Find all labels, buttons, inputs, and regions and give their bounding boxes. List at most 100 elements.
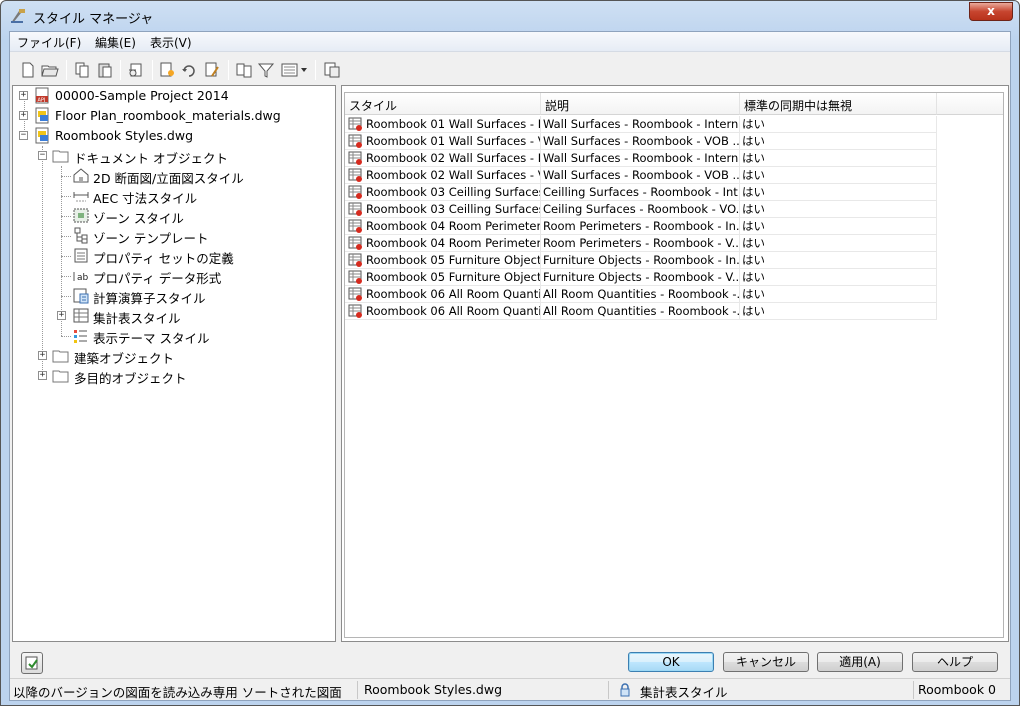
column-header-style[interactable]: スタイル [345,93,541,115]
calculation-modifier-icon [73,288,89,304]
apply-button[interactable]: 適用(A) [817,652,903,672]
cell-description: Wall Surfaces - Roombook - VOB ... [541,167,740,184]
tree-item-zone-template[interactable]: ゾーン テンプレート [13,226,333,246]
cell-ignore-sync: はい [740,201,937,218]
style-manager-settings-icon[interactable] [323,61,341,79]
tree-item-property-set-definitions[interactable]: プロパティ セットの定義 [13,246,333,266]
property-data-format-icon: ab [73,272,89,283]
app-icon [11,9,25,23]
zone-template-icon [74,227,88,244]
table-row[interactable]: Roombook 03 Ceilling Surfaces ... Ceiling… [345,201,937,218]
table-row[interactable]: Roombook 05 Furniture Objects... Furnitur… [345,252,937,269]
table-row[interactable]: Roombook 01 Wall Surfaces - I... Wall Sur… [345,116,937,133]
tree-item-floor-plan-dwg[interactable]: + Floor Plan_roombook_materials.dwg [13,106,333,126]
table-row[interactable]: Roombook 03 Ceilling Surfaces ... Ceillin… [345,184,937,201]
expand-icon[interactable]: + [57,311,66,320]
tree-item-document-objects[interactable]: − ドキュメント オブジェクト [13,146,333,166]
tree-item-architectural-objects[interactable]: + 建築オブジェクト [13,346,333,366]
style-list[interactable]: スタイル 説明 標準の同期中は無視 Roombook 01 Wall Surfa… [341,85,1009,642]
close-button[interactable]: x [969,2,1013,21]
table-row[interactable]: Roombook 04 Room Perimeters ...Room Peri… [345,235,937,252]
ok-button[interactable]: OK [628,652,714,672]
expand-icon[interactable]: + [19,91,28,100]
tree-item-property-data-format[interactable]: ab プロパティ データ形式 [13,266,333,286]
cell-style-name: Roombook 04 Room Perimeters ... [345,235,541,252]
section-elevation-icon [73,168,89,183]
cell-description: Room Perimeters - Roombook - V... [541,235,740,252]
cell-ignore-sync: はい [740,218,937,235]
dwg-file-icon [35,127,49,144]
tree-item-label: Floor Plan_roombook_materials.dwg [55,108,281,123]
window-title: スタイル マネージャ [33,12,154,27]
expand-icon[interactable]: + [38,371,47,380]
toggle-view-icon [25,656,38,670]
tree-item-label: 2D 断面図/立面図スタイル [93,171,244,186]
tree-item-calculation-modifier-style[interactable]: 計算演算子スタイル [13,286,333,306]
tree-item-label: 表示テーマ スタイル [93,331,210,346]
title-bar[interactable]: スタイル マネージャ x [1,1,1019,31]
status-bar: 以降のバージョンの図面を読み込み専用 ソートされた図面 Roombook Sty… [10,678,1010,700]
table-row[interactable]: Roombook 02 Wall Surfaces - V... Wall Sur… [345,167,937,184]
folder-icon [52,150,69,163]
edit-style-icon[interactable] [203,61,221,79]
sync-icon[interactable] [235,61,253,79]
menu-view[interactable]: 表示(V) [147,34,195,51]
toolbar-separator [315,60,316,80]
purge-icon[interactable] [127,61,145,79]
filter-icon[interactable] [257,61,275,79]
column-header-ignore-sync[interactable]: 標準の同期中は無視 [740,93,937,115]
tree-item-2d-section-elevation[interactable]: 2D 断面図/立面図スタイル [13,166,333,186]
table-row[interactable]: Roombook 04 Room Perimeters ...Room Peri… [345,218,937,235]
help-button[interactable]: ヘルプ [912,652,998,672]
tree-item-aec-dimension-style[interactable]: AEC 寸法スタイル [13,186,333,206]
tree-item-roombook-styles-dwg[interactable]: − Roombook Styles.dwg [13,126,333,146]
cell-description: Ceilling Surfaces - Roombook - Int... [541,184,740,201]
table-row[interactable]: Roombook 05 Furniture Objects... Furnitur… [345,269,937,286]
tree-item-multi-purpose-objects[interactable]: + 多目的オブジェクト [13,366,333,386]
cell-ignore-sync: はい [740,167,937,184]
view-dropdown-icon[interactable] [280,61,310,79]
column-header-description[interactable]: 説明 [541,93,740,115]
open-folder-icon[interactable] [41,61,59,79]
cancel-button[interactable]: キャンセル [723,652,809,672]
cell-style-name: Roombook 01 Wall Surfaces - V... [345,133,541,150]
set-from-icon[interactable] [180,61,198,79]
toolbar [10,53,1010,85]
collapse-icon[interactable]: − [38,151,47,160]
cell-ignore-sync: はい [740,133,937,150]
tree-item-project[interactable]: + APJ 00000-Sample Project 2014 [13,86,333,106]
toggle-view-button[interactable] [21,652,43,674]
schedule-table-icon [73,308,89,323]
tree-item-display-theme-style[interactable]: 表示テーマ スタイル [13,326,333,346]
table-row[interactable]: Roombook 02 Wall Surfaces - I... Wall Sur… [345,150,937,167]
style-tree[interactable]: + APJ 00000-Sample Project 2014 + Floor … [12,85,336,642]
tree-item-zone-style[interactable]: ゾーン スタイル [13,206,333,226]
paste-icon[interactable] [96,61,114,79]
menu-file[interactable]: ファイル(F) [14,34,84,51]
tree-item-label: Roombook Styles.dwg [55,128,194,143]
cell-style-name: Roombook 02 Wall Surfaces - V... [345,167,541,184]
cell-ignore-sync: はい [740,269,937,286]
table-row[interactable]: Roombook 01 Wall Surfaces - V... Wall Sur… [345,133,937,150]
cell-description: Wall Surfaces - Roombook - Interna [541,150,740,167]
cell-ignore-sync: はい [740,252,937,269]
cell-description: Room Perimeters - Roombook - In... [541,218,740,235]
copy-icon[interactable] [73,61,91,79]
zone-style-icon [73,208,89,223]
cell-style-name: Roombook 06 All Room Quantiti... [345,286,541,303]
status-separator [913,681,914,699]
tree-item-label: ゾーン スタイル [93,211,184,226]
new-icon[interactable] [19,61,37,79]
tree-item-schedule-table-style[interactable]: + 集計表スタイル [13,306,333,327]
new-style-icon[interactable] [158,61,176,79]
menu-edit[interactable]: 編集(E) [92,34,139,51]
cell-description: All Room Quantities - Roombook -... [541,286,740,303]
expand-icon[interactable]: + [19,111,28,120]
table-row[interactable]: Roombook 06 All Room Quantiti... All Room… [345,286,937,303]
expand-icon[interactable]: + [38,351,47,360]
collapse-icon[interactable]: − [19,131,28,140]
cell-description: Furniture Objects - Roombook - In... [541,252,740,269]
tree-item-label: プロパティ セットの定義 [93,251,234,266]
lock-icon [620,683,630,697]
table-row[interactable]: Roombook 06 All Room Quantiti... All Room… [345,303,937,320]
